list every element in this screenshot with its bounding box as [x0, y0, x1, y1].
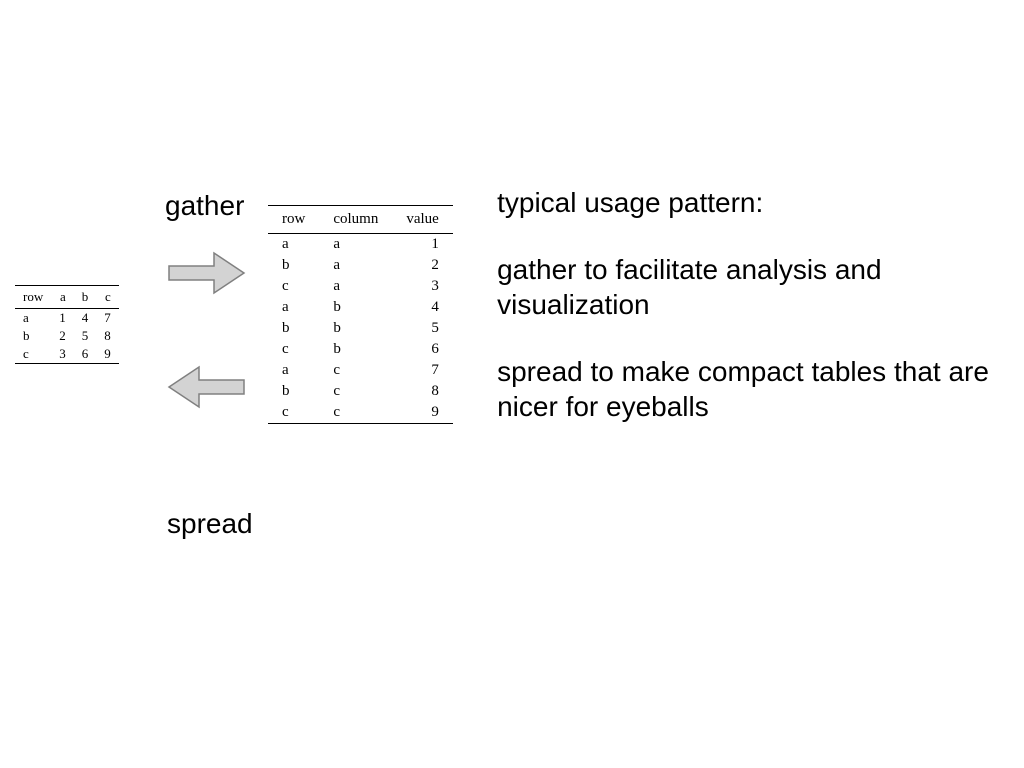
cell: 2 [51, 327, 74, 345]
cell: a [319, 276, 392, 297]
cell: a [319, 234, 392, 256]
cell: 9 [392, 402, 452, 424]
table-row: ab4 [268, 297, 453, 318]
table-row: bc8 [268, 381, 453, 402]
cell: a [268, 360, 319, 381]
cell: c [268, 339, 319, 360]
long-table: row column value aa1 ba2 ca3 ab4 bb5 cb6… [268, 205, 453, 424]
cell: 2 [392, 255, 452, 276]
cell: 7 [96, 309, 119, 328]
cell: 9 [96, 345, 119, 364]
wide-header-c: c [96, 286, 119, 309]
description-section: typical usage pattern: gather to facilit… [497, 180, 1014, 456]
cell: 6 [392, 339, 452, 360]
wide-table: row a b c a 1 4 7 b 2 [15, 285, 119, 364]
desc-p1: typical usage pattern: [497, 185, 1014, 220]
cell: 6 [74, 345, 97, 364]
cell: b [15, 327, 51, 345]
cell: c [319, 360, 392, 381]
cell: 4 [74, 309, 97, 328]
cell: 4 [392, 297, 452, 318]
description-text: typical usage pattern: gather to facilit… [497, 185, 1014, 424]
cell: 8 [96, 327, 119, 345]
cell: 5 [392, 318, 452, 339]
table-row: ba2 [268, 255, 453, 276]
cell: a [15, 309, 51, 328]
desc-p2: gather to facilitate analysis and visual… [497, 252, 1014, 322]
cell: a [268, 234, 319, 256]
wide-header-a: a [51, 286, 74, 309]
table-row: a 1 4 7 [15, 309, 119, 328]
table-row: cc9 [268, 402, 453, 424]
left-section: gather row a b c a 1 4 7 [10, 180, 497, 550]
spread-label: spread [167, 508, 253, 540]
table-row: b 2 5 8 [15, 327, 119, 345]
cell: b [268, 255, 319, 276]
cell: 7 [392, 360, 452, 381]
cell: 8 [392, 381, 452, 402]
arrow-right-icon [164, 248, 249, 303]
table-row: bb5 [268, 318, 453, 339]
table-header-row: row column value [268, 206, 453, 234]
cell: c [268, 276, 319, 297]
gather-label: gather [165, 190, 244, 222]
table-row: aa1 [268, 234, 453, 256]
table-row: c 3 6 9 [15, 345, 119, 364]
cell: 1 [51, 309, 74, 328]
cell: c [15, 345, 51, 364]
cell: 3 [51, 345, 74, 364]
arrow-left-icon [164, 362, 249, 417]
cell: 1 [392, 234, 452, 256]
cell: a [268, 297, 319, 318]
cell: b [319, 297, 392, 318]
table-row: ca3 [268, 276, 453, 297]
wide-header-b: b [74, 286, 97, 309]
cell: 5 [74, 327, 97, 345]
cell: c [268, 402, 319, 424]
cell: b [268, 318, 319, 339]
table-header-row: row a b c [15, 286, 119, 309]
cell: c [319, 402, 392, 424]
cell: b [319, 318, 392, 339]
table-row: ac7 [268, 360, 453, 381]
cell: b [268, 381, 319, 402]
cell: c [319, 381, 392, 402]
diagram-container: gather row a b c a 1 4 7 [10, 180, 1014, 550]
cell: b [319, 339, 392, 360]
long-table-element: row column value aa1 ba2 ca3 ab4 bb5 cb6… [268, 205, 453, 424]
cell: a [319, 255, 392, 276]
long-header-value: value [392, 206, 452, 234]
cell: 3 [392, 276, 452, 297]
long-header-column: column [319, 206, 392, 234]
long-header-row: row [268, 206, 319, 234]
wide-header-row: row [15, 286, 51, 309]
desc-p3: spread to make compact tables that are n… [497, 354, 1014, 424]
table-row: cb6 [268, 339, 453, 360]
wide-table-element: row a b c a 1 4 7 b 2 [15, 285, 119, 364]
